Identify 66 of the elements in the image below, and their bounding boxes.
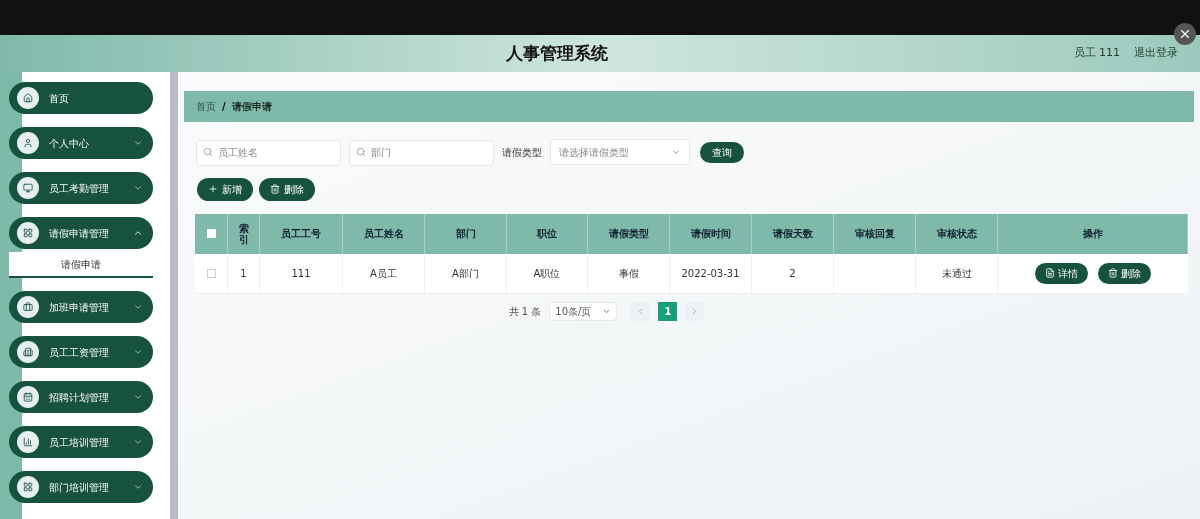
breadcrumb-item: 请假申请 [231, 100, 272, 114]
user-icon [23, 138, 33, 148]
search-field[interactable]: 部门 [349, 139, 494, 166]
column-header: 请假天数 [772, 227, 813, 241]
trash-icon [1108, 268, 1118, 278]
close-icon [1178, 27, 1192, 41]
table-cell-text: A员工 [370, 266, 397, 281]
column-header: 员工姓名 [363, 227, 404, 241]
page-size-select[interactable]: 10条/页 [549, 301, 618, 321]
sidebar-item[interactable]: 首页 [9, 82, 153, 114]
grid-icon [23, 228, 33, 238]
table-cell-text: 111 [291, 266, 311, 281]
building-icon [23, 347, 33, 357]
bar-chart-icon [23, 437, 33, 447]
select-field[interactable]: 请选择请假类型 [550, 139, 690, 166]
column-header: 请假类型 [608, 227, 649, 241]
column-header: 审核回复 [854, 227, 895, 241]
table-cell-text: 未通过 [941, 266, 972, 281]
logout-link[interactable]: 退出登录 [1134, 45, 1178, 62]
filter-label: 请假类型 [502, 145, 542, 160]
column-header: 索引 [238, 222, 249, 245]
table-cell-text: 2022-03-31 [681, 266, 740, 281]
sidebar-item[interactable]: 个人中心 [9, 127, 153, 159]
sidebar-item[interactable]: 员工考勤管理 [9, 172, 153, 204]
sidebar-item[interactable]: 员工工资管理 [9, 336, 153, 368]
column-header: 操作 [1082, 227, 1103, 241]
column-header: 部门 [455, 227, 476, 241]
column-header: 员工工号 [281, 227, 321, 241]
breadcrumb-item[interactable]: 首页 [196, 99, 216, 114]
sidebar-item[interactable]: 招聘计划管理 [9, 381, 153, 413]
breadcrumb-separator: / [222, 100, 226, 114]
sidebar-item[interactable]: 加班申请管理 [9, 291, 153, 323]
delete-button[interactable]: 删除 [259, 177, 315, 201]
column-header: 职位 [537, 227, 557, 241]
sidebar-item[interactable]: 员工培训管理 [9, 426, 153, 458]
plus-icon [208, 184, 218, 194]
table-cell-text: 2 [789, 266, 796, 281]
search-field[interactable]: 员工姓名 [196, 139, 341, 166]
table-cell-text: 1 [240, 266, 247, 281]
select-all-checkbox[interactable] [206, 229, 216, 238]
prev-page-button[interactable] [631, 301, 651, 321]
total-count: 共 1 条 [508, 304, 542, 319]
table-cell-text: A部门 [452, 266, 479, 281]
sidebar-item[interactable]: 部门培训管理 [9, 471, 153, 503]
briefcase-icon [23, 302, 33, 312]
details-button[interactable]: 详情 [1035, 262, 1088, 284]
add-button[interactable]: 新增 [197, 177, 253, 201]
column-header: 审核状态 [936, 227, 977, 241]
table-cell-text: 事假 [618, 266, 639, 281]
query-button[interactable]: 查询 [700, 141, 744, 163]
trash-icon [270, 184, 280, 194]
document-icon [1045, 268, 1055, 278]
monitor-icon [23, 183, 33, 193]
close-button[interactable] [1174, 23, 1196, 45]
app-title: 人事管理系统 [505, 41, 608, 65]
calendar-icon [23, 392, 33, 402]
delete-button[interactable]: 删除 [1098, 262, 1151, 284]
next-page-button[interactable] [685, 301, 705, 321]
column-header: 请假时间 [690, 227, 731, 241]
user-name: 员工 111 [1073, 45, 1120, 62]
row-checkbox[interactable] [206, 268, 216, 278]
submenu-item[interactable]: 请假申请 [9, 252, 153, 278]
table-cell-text: A职位 [533, 266, 561, 281]
home-icon [23, 93, 33, 103]
sidebar-item[interactable]: 请假申请管理 [9, 217, 153, 249]
grid-icon [23, 482, 33, 492]
